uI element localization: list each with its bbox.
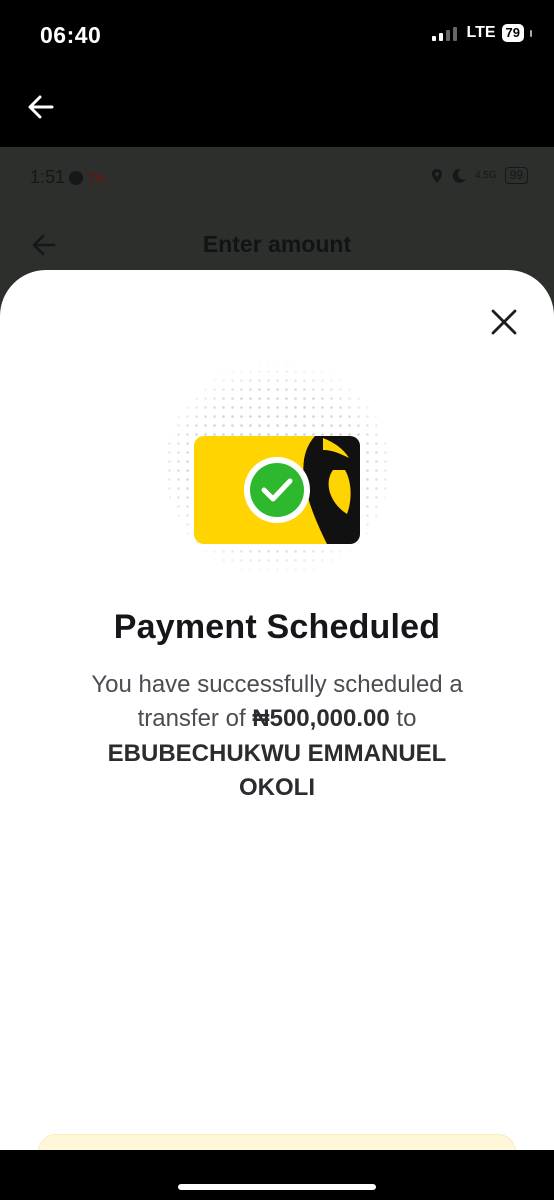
ios-status-indicators: LTE 79 <box>431 24 532 42</box>
close-icon[interactable] <box>488 306 520 338</box>
payment-scheduled-sheet: Payment Scheduled You have successfully … <box>0 270 554 1150</box>
sheet-title: Payment Scheduled <box>113 608 441 646</box>
success-message: You have successfully scheduled a transf… <box>70 668 484 805</box>
check-circle-icon <box>244 457 310 523</box>
inner-network-label: 4.5G <box>474 170 497 181</box>
success-card-illustration <box>165 358 389 578</box>
inner-page-title: Enter amount <box>202 231 352 257</box>
inner-status-right: 4.5G 99 <box>431 167 528 184</box>
location-icon <box>431 168 442 183</box>
to-word: to <box>396 705 417 732</box>
inner-battery-level: 99 <box>504 167 528 184</box>
back-arrow-icon[interactable] <box>26 92 56 122</box>
th-badge: TH <box>87 169 106 186</box>
transfer-amount: ₦500,000.00 <box>252 705 390 732</box>
battery-cap-icon <box>530 29 532 37</box>
home-indicator[interactable] <box>178 1184 376 1190</box>
ios-clock: 06:40 <box>40 22 102 48</box>
moon-icon <box>452 168 466 183</box>
screen: 06:40 LTE 79 1:51 TH 4.5G 99 Enter amoun… <box>0 0 554 1200</box>
bottom-info-card <box>38 1134 516 1150</box>
network-type-label: LTE <box>466 24 496 41</box>
recipient-name: EBUBECHUKWU EMMANUEL OKOLI <box>107 740 447 801</box>
inner-clock: 1:51 <box>30 167 66 187</box>
cellular-signal-icon <box>431 25 457 41</box>
inner-status-left: 1:51 TH <box>30 167 106 188</box>
telegram-icon <box>69 170 84 185</box>
system-nav-bar <box>0 1150 554 1200</box>
ios-status-bar: 06:40 LTE 79 <box>0 0 554 72</box>
battery-level: 79 <box>501 24 524 42</box>
